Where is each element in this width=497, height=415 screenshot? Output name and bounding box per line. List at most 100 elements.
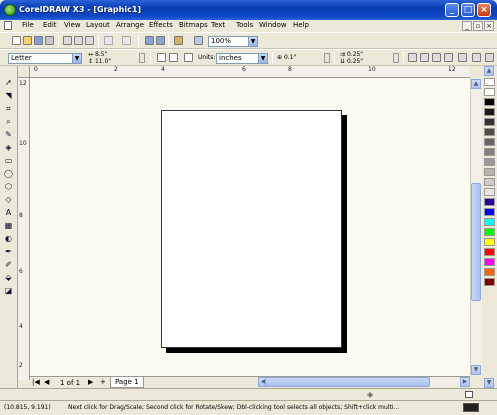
- nudge-spinner[interactable]: [324, 53, 330, 63]
- scroll-right-button[interactable]: ▶: [460, 377, 470, 387]
- table-tool-icon[interactable]: ▦: [3, 221, 14, 231]
- menu-help[interactable]: Help: [293, 21, 309, 29]
- corel-online-icon[interactable]: [194, 36, 203, 45]
- doc-minimize-button[interactable]: _: [462, 21, 472, 31]
- vertical-ruler[interactable]: 12 10 8 6 4 2: [18, 78, 30, 380]
- add-page-button[interactable]: +: [100, 378, 106, 386]
- drawing-page[interactable]: [161, 110, 342, 348]
- paper-height-field[interactable]: ↕ 11.0": [88, 58, 111, 65]
- outline-color-indicator[interactable]: [463, 403, 479, 412]
- interactive-blend-tool-icon[interactable]: ◐: [3, 234, 14, 244]
- open-icon[interactable]: [23, 36, 32, 45]
- shape-tool-icon[interactable]: ◥: [3, 91, 14, 101]
- horizontal-scroll-thumb[interactable]: [265, 377, 430, 387]
- color-swatch[interactable]: [484, 238, 495, 246]
- color-swatch[interactable]: [484, 248, 495, 256]
- color-swatch[interactable]: [484, 88, 495, 96]
- menu-file[interactable]: File: [22, 21, 34, 29]
- page-tab[interactable]: Page 1: [110, 377, 144, 388]
- save-icon[interactable]: [34, 36, 43, 45]
- treat-as-filled-icon[interactable]: [472, 53, 481, 62]
- duplicate-y-field[interactable]: ⇊ 0.25": [340, 58, 363, 65]
- palette-scroll-up-button[interactable]: ▲: [484, 66, 494, 76]
- horizontal-ruler[interactable]: 0 2 4 6 8 10 12: [30, 66, 470, 78]
- menu-view[interactable]: View: [64, 21, 81, 29]
- color-swatch[interactable]: [484, 138, 495, 146]
- menu-text[interactable]: Text: [211, 21, 225, 29]
- smart-fill-tool-icon[interactable]: ◈: [3, 143, 14, 153]
- color-swatch[interactable]: [484, 178, 495, 186]
- menu-edit[interactable]: Edit: [43, 21, 57, 29]
- color-swatch[interactable]: [484, 278, 495, 286]
- polygon-tool-icon[interactable]: ⬡: [3, 182, 14, 192]
- next-page-button[interactable]: ▶: [88, 378, 93, 386]
- color-swatch[interactable]: [484, 128, 495, 136]
- menu-layout[interactable]: Layout: [86, 21, 110, 29]
- color-swatch[interactable]: [484, 148, 495, 156]
- rectangle-tool-icon[interactable]: ▭: [3, 156, 14, 166]
- crop-tool-icon[interactable]: ⌗: [3, 104, 14, 114]
- fill-tool-icon[interactable]: ⬙: [3, 273, 14, 283]
- menu-arrange[interactable]: Arrange: [116, 21, 144, 29]
- duplicate-spinner[interactable]: [393, 53, 399, 63]
- paper-width-field[interactable]: ↔ 8.5": [88, 51, 107, 58]
- import-icon[interactable]: [145, 36, 154, 45]
- toolbar-overflow-icon[interactable]: [485, 53, 494, 62]
- menu-bitmaps[interactable]: Bitmaps: [179, 21, 208, 29]
- color-swatch[interactable]: [484, 108, 495, 116]
- document-icon[interactable]: [4, 21, 12, 30]
- cut-icon[interactable]: [63, 36, 72, 45]
- color-swatch[interactable]: [484, 118, 495, 126]
- doc-restore-button[interactable]: ▫: [473, 21, 483, 31]
- application-launcher-icon[interactable]: [174, 36, 183, 45]
- snap-to-guidelines-icon[interactable]: [420, 53, 429, 62]
- color-swatch[interactable]: [484, 258, 495, 266]
- paper-size-select[interactable]: Letter ▼: [8, 53, 82, 64]
- pick-tool-icon[interactable]: ➚: [3, 78, 14, 88]
- redo-icon[interactable]: [122, 36, 131, 45]
- menu-effects[interactable]: Effects: [149, 21, 173, 29]
- freehand-tool-icon[interactable]: ✎: [3, 130, 14, 140]
- color-swatch[interactable]: [484, 168, 495, 176]
- doc-close-button[interactable]: ×: [484, 21, 494, 31]
- zoom-level-select[interactable]: 100% ▼: [208, 36, 258, 47]
- outline-tool-icon[interactable]: ✐: [3, 260, 14, 270]
- nudge-field[interactable]: ⊕ 0.1": [277, 54, 296, 61]
- landscape-icon[interactable]: [169, 53, 178, 62]
- options-icon[interactable]: [458, 53, 467, 62]
- export-icon[interactable]: [156, 36, 165, 45]
- maximize-button[interactable]: □: [461, 3, 475, 17]
- fill-color-indicator[interactable]: [465, 391, 473, 398]
- color-swatch[interactable]: [484, 158, 495, 166]
- paper-size-spinner[interactable]: [139, 53, 145, 63]
- previous-page-button[interactable]: ◀: [44, 378, 49, 386]
- copy-icon[interactable]: [74, 36, 83, 45]
- menu-window[interactable]: Window: [259, 21, 287, 29]
- coreldraw-app-icon[interactable]: [4, 4, 16, 16]
- zoom-tool-icon[interactable]: ⌕: [3, 117, 14, 127]
- text-tool-icon[interactable]: A: [3, 208, 14, 218]
- eyedropper-tool-icon[interactable]: ✒: [3, 247, 14, 257]
- ruler-origin[interactable]: [18, 66, 30, 78]
- snap-to-objects-icon[interactable]: [432, 53, 441, 62]
- snap-to-grid-icon[interactable]: [408, 53, 417, 62]
- scroll-up-button[interactable]: ▲: [471, 79, 481, 89]
- color-swatch[interactable]: [484, 188, 495, 196]
- new-document-icon[interactable]: [12, 36, 21, 45]
- units-select[interactable]: inches ▼: [216, 53, 268, 64]
- color-swatch[interactable]: [484, 218, 495, 226]
- first-page-button[interactable]: |◀: [32, 378, 40, 386]
- portrait-icon[interactable]: [157, 53, 166, 62]
- color-swatch[interactable]: [484, 98, 495, 106]
- print-icon[interactable]: [45, 36, 54, 45]
- paste-icon[interactable]: [85, 36, 94, 45]
- interactive-fill-tool-icon[interactable]: ◪: [3, 286, 14, 296]
- title-bar[interactable]: CorelDRAW X3 - [Graphic1] _ □ ×: [0, 0, 497, 20]
- ellipse-tool-icon[interactable]: ◯: [3, 169, 14, 179]
- no-color-swatch[interactable]: [484, 78, 495, 86]
- scroll-down-button[interactable]: ▼: [471, 365, 481, 375]
- color-swatch[interactable]: [484, 268, 495, 276]
- menu-tools[interactable]: Tools: [236, 21, 253, 29]
- vertical-scroll-thumb[interactable]: [471, 183, 481, 301]
- all-pages-icon[interactable]: [184, 53, 193, 62]
